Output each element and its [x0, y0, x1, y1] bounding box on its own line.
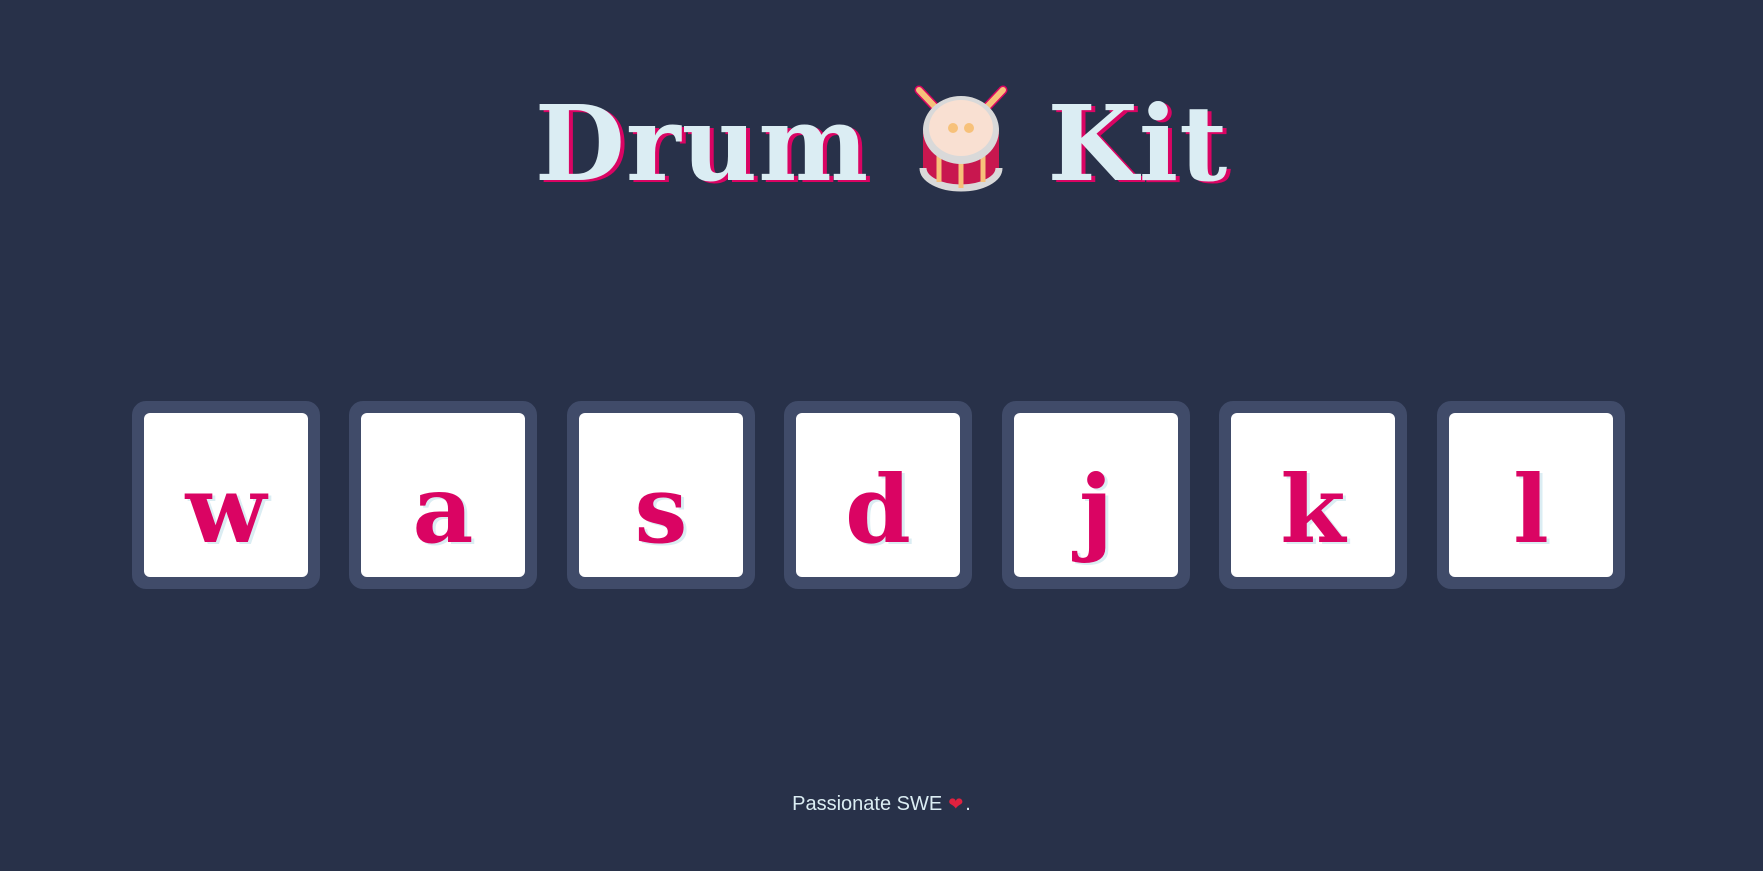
page-title: Drum Kit: [0, 70, 1763, 209]
drum-key-l[interactable]: l: [1437, 401, 1625, 589]
key-letter: a: [412, 455, 474, 565]
drum-key-a[interactable]: a: [349, 401, 537, 589]
drum-icon: [909, 82, 1013, 194]
key-letter: s: [634, 455, 688, 565]
title-word-kit: Kit: [1047, 81, 1229, 205]
heart-icon: ❤: [948, 794, 964, 814]
footer-text: Passionate SWE: [792, 793, 943, 815]
drum-key-s[interactable]: s: [567, 401, 755, 589]
key-face[interactable]: s: [579, 413, 743, 577]
key-letter: l: [1513, 455, 1549, 565]
key-face[interactable]: w: [144, 413, 308, 577]
footer-suffix: .: [965, 793, 971, 815]
key-face[interactable]: j: [1014, 413, 1178, 577]
key-face[interactable]: k: [1231, 413, 1395, 577]
key-face[interactable]: l: [1449, 413, 1613, 577]
drum-keys: w a s d j k l: [132, 401, 1626, 589]
drum-key-w[interactable]: w: [132, 401, 320, 589]
drum-key-d[interactable]: d: [784, 401, 972, 589]
drum-key-k[interactable]: k: [1219, 401, 1407, 589]
key-face[interactable]: a: [361, 413, 525, 577]
key-letter: j: [1078, 455, 1113, 565]
drum-key-j[interactable]: j: [1002, 401, 1190, 589]
key-letter: d: [845, 455, 911, 565]
footer: Passionate SWE ❤.: [0, 793, 1763, 816]
key-letter: k: [1280, 455, 1346, 565]
key-letter: w: [185, 455, 267, 565]
key-face[interactable]: d: [796, 413, 960, 577]
title-word-drum: Drum: [534, 81, 870, 205]
